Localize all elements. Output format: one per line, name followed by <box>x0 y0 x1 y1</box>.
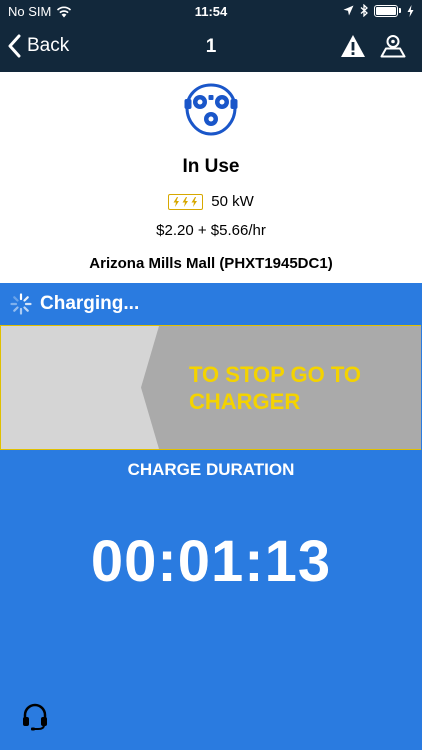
location-arrow-icon <box>343 5 354 16</box>
station-info-card: In Use 50 kW $2.20 + $5.66/hr Arizona Mi… <box>0 72 422 283</box>
back-button[interactable]: Back <box>8 34 69 58</box>
fast-charge-badge <box>168 193 204 210</box>
power-value: 50 kW <box>211 193 254 210</box>
map-pin-icon[interactable] <box>380 34 406 58</box>
stop-instruction-text: TO STOP GO TO CHARGER <box>189 362 361 414</box>
loading-spinner-icon <box>10 293 32 315</box>
status-bar: No SIM 11:54 <box>0 0 422 24</box>
station-status: In Use <box>182 156 240 177</box>
stop-instruction-panel: TO STOP GO TO CHARGER <box>0 325 421 450</box>
charging-bolt-icon <box>407 4 414 17</box>
charging-status-row: Charging... <box>0 283 422 325</box>
bluetooth-icon <box>360 4 368 17</box>
price-text: $2.20 + $5.66/hr <box>156 222 266 239</box>
charge-duration-label: CHARGE DURATION <box>127 460 295 479</box>
chevron-left-icon <box>8 34 21 58</box>
back-label: Back <box>27 35 70 56</box>
battery-icon <box>374 4 398 17</box>
charge-duration-timer: 00:01:13 <box>90 529 332 594</box>
connector-plug-icon <box>184 83 238 136</box>
report-problem-icon[interactable] <box>340 34 366 58</box>
battery-nub <box>399 8 401 13</box>
power-row: 50 kW <box>0 193 422 210</box>
headset-support-icon[interactable] <box>22 703 48 731</box>
lightning-bolts-icon <box>173 196 198 207</box>
charging-status-label: Charging... <box>40 293 140 314</box>
navigation-bar: Back 1 <box>0 24 422 72</box>
location-name: Arizona Mills Mall (PHXT1945DC1) <box>89 255 333 272</box>
